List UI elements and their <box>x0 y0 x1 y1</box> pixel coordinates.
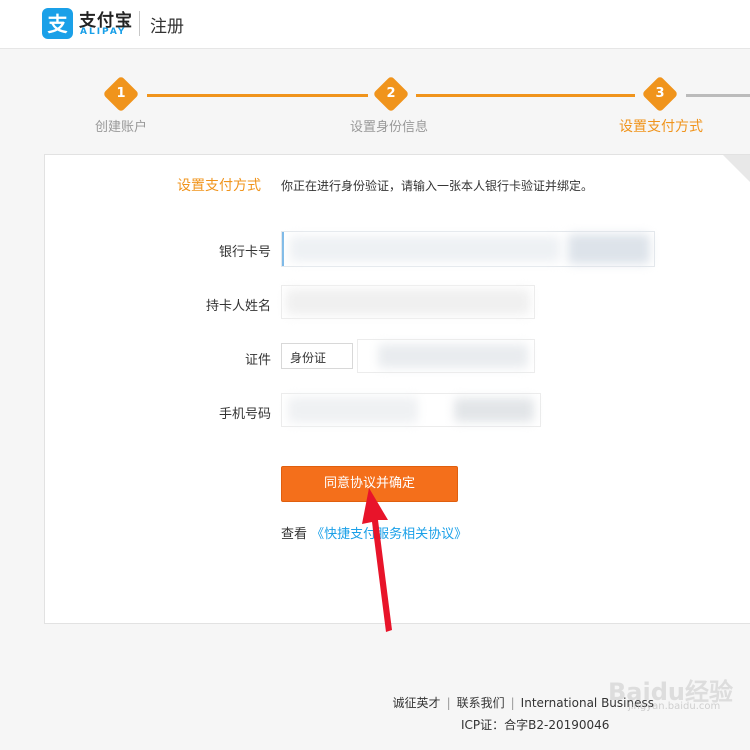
baidu-watermark-url: jingyan.baidu.com <box>628 701 721 712</box>
red-arrow-annotation <box>362 488 392 632</box>
footer-separator: | <box>446 696 451 710</box>
footer-link-careers[interactable]: 诚征英才 <box>393 696 441 710</box>
footer-icp: ICP证：合字B2-20190046 <box>461 718 610 732</box>
footer-link-contact[interactable]: 联系我们 <box>457 696 505 710</box>
footer-separator: | <box>510 696 515 710</box>
red-arrow-shape <box>362 488 392 632</box>
